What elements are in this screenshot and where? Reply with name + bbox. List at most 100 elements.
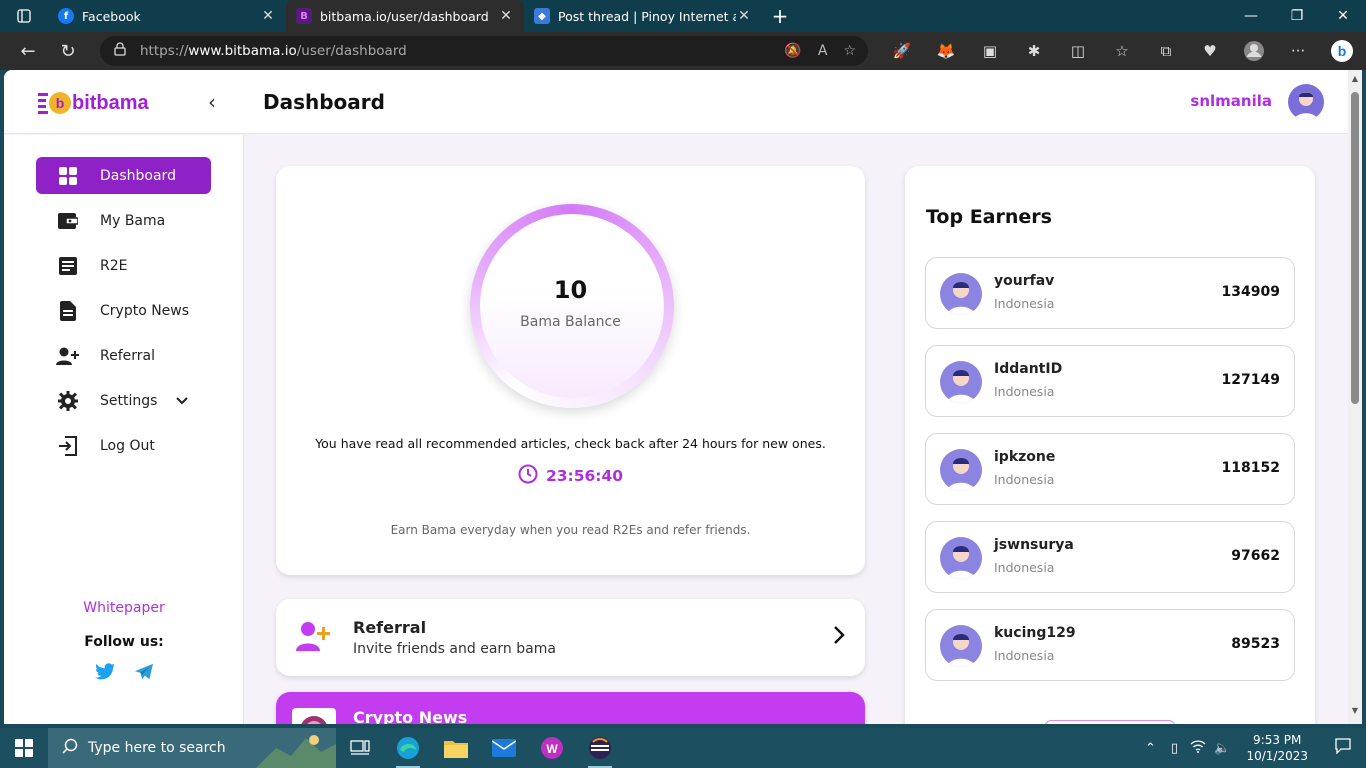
list-item: ipkzone Indonesia 118152 — [925, 433, 1295, 505]
sidebar-item-crypto-news[interactable]: Crypto News — [36, 292, 211, 329]
mail-icon[interactable] — [480, 728, 528, 768]
volume-icon[interactable]: 🔈 — [1210, 741, 1234, 756]
tab-title: Facebook — [82, 8, 141, 24]
bitbama-favicon-icon: B — [296, 8, 312, 24]
sidebar-item-my-bama[interactable]: My Bama — [36, 202, 211, 239]
crypto-news-thumbnail — [292, 708, 336, 724]
system-clock[interactable]: 9:53 PM 10/1/2023 — [1234, 732, 1320, 764]
restore-icon[interactable]: ❐ — [1274, 0, 1320, 32]
view-more-button[interactable] — [1045, 720, 1175, 724]
favorites-icon[interactable]: ☆ — [1100, 32, 1144, 70]
referral-title: Referral — [353, 618, 427, 637]
web-page: b bitbama ‹ Dashboard snlmanila Dashboar… — [4, 70, 1348, 724]
username[interactable]: snlmanila — [1190, 92, 1272, 110]
scroll-down-icon[interactable]: ▼ — [1351, 706, 1359, 715]
sidebar-item-settings[interactable]: Settings — [36, 382, 211, 419]
bitbama-logo[interactable]: b bitbama — [38, 90, 149, 116]
notifications-blocked-icon[interactable]: 🔕 — [784, 43, 801, 59]
avatar[interactable] — [1288, 84, 1324, 120]
new-tab-button[interactable]: + — [762, 0, 798, 32]
list-item: yourfav Indonesia 134909 — [925, 257, 1295, 329]
top-earners-title: Top Earners — [926, 206, 1052, 228]
referral-card[interactable]: Referral Invite friends and earn bama — [276, 599, 865, 676]
lock-icon — [114, 42, 126, 60]
balance-label: Bama Balance — [520, 314, 621, 330]
split-screen-icon[interactable]: ◫ — [1056, 32, 1100, 70]
wifi-icon[interactable] — [1186, 739, 1210, 757]
metamask-icon[interactable]: 🦊 — [924, 32, 968, 70]
collapse-sidebar-icon[interactable]: ‹ — [208, 90, 216, 114]
extension-box-icon[interactable]: ▣ — [968, 32, 1012, 70]
close-tab-icon[interactable]: ✕ — [736, 8, 752, 24]
earner-score: 118152 — [1221, 460, 1280, 476]
app-header: b bitbama ‹ Dashboard snlmanila — [4, 70, 1348, 134]
sidebar-item-label: R2E — [100, 257, 128, 274]
bing-copilot-icon[interactable]: b — [1320, 32, 1364, 70]
sidebar-item-log-out[interactable]: Log Out — [36, 427, 211, 464]
favorite-star-icon[interactable]: ☆ — [843, 43, 856, 59]
balance-card: 10 Bama Balance You have read all recomm… — [276, 166, 865, 575]
tab-title: bitbama.io/user/dashboard — [320, 8, 489, 24]
gear-icon — [56, 390, 80, 411]
earner-score: 134909 — [1221, 284, 1280, 300]
avatar — [940, 361, 982, 403]
windows-start-icon[interactable] — [0, 728, 48, 768]
earner-country: Indonesia — [994, 472, 1055, 487]
chevron-right-icon — [833, 625, 845, 650]
task-view-icon[interactable] — [336, 728, 384, 768]
system-tray: ⌃ ▯ 🔈 9:53 PM 10/1/2023 — [1138, 728, 1366, 768]
earner-country: Indonesia — [994, 296, 1055, 311]
scrollbar-thumb[interactable] — [1351, 92, 1359, 404]
file-explorer-icon[interactable] — [432, 728, 480, 768]
earner-name: ipkzone — [994, 449, 1056, 465]
profile-icon[interactable] — [1232, 32, 1276, 70]
avatar — [940, 625, 982, 667]
earner-score: 89523 — [1231, 636, 1280, 652]
whitepaper-link[interactable]: Whitepaper — [4, 600, 244, 616]
chevron-up-icon[interactable]: ⌃ — [1138, 741, 1162, 756]
eclipse-icon[interactable] — [576, 728, 624, 768]
sidebar-item-referral[interactable]: Referral — [36, 337, 211, 374]
crypto-news-card[interactable]: Crypto News — [276, 692, 865, 724]
tab-pinoy[interactable]: ◆ Post thread | Pinoy Internet and ✕ — [524, 0, 762, 32]
url-scheme: https:// — [140, 43, 189, 59]
tab-bitbama[interactable]: B bitbama.io/user/dashboard ✕ — [286, 0, 524, 32]
list-item: jswnsurya Indonesia 97662 — [925, 521, 1295, 593]
taskbar-search-input[interactable]: Type here to search — [48, 728, 336, 768]
minimize-icon[interactable]: — — [1228, 0, 1274, 32]
battery-icon[interactable]: ▯ — [1162, 741, 1186, 756]
scroll-up-icon[interactable]: ▲ — [1351, 74, 1359, 83]
page-scrollbar[interactable]: ▲ ▼ — [1348, 70, 1362, 724]
more-options-icon[interactable]: ··· — [1276, 32, 1320, 70]
follow-us-label: Follow us: — [84, 634, 164, 650]
sidebar-item-label: Referral — [100, 347, 155, 364]
back-icon[interactable]: ← — [8, 32, 48, 70]
twitter-icon[interactable] — [94, 663, 116, 685]
sidebar-item-r2e[interactable]: R2E — [36, 247, 211, 284]
close-window-icon[interactable]: ✕ — [1320, 0, 1366, 32]
close-tab-icon[interactable]: ✕ — [498, 8, 514, 24]
tab-actions-icon[interactable] — [0, 0, 48, 32]
tab-title: Post thread | Pinoy Internet and — [558, 8, 736, 24]
sidebar-item-dashboard[interactable]: Dashboard — [36, 157, 211, 194]
sidebar-item-label: Crypto News — [100, 302, 190, 319]
edge-icon[interactable] — [384, 728, 432, 768]
tab-facebook[interactable]: f Facebook ✕ — [48, 0, 286, 32]
page-title: Dashboard — [263, 90, 385, 114]
url-input[interactable]: https://www.bitbama.io/user/dashboard 🔕 … — [100, 36, 868, 66]
collections-icon[interactable]: ⧉ — [1144, 32, 1188, 70]
close-tab-icon[interactable]: ✕ — [260, 8, 276, 24]
extensions-puzzle-icon[interactable]: ✱ — [1012, 32, 1056, 70]
notifications-icon[interactable] — [1320, 738, 1366, 758]
wps-office-icon[interactable]: W — [528, 728, 576, 768]
sidebar-item-label: Dashboard — [100, 167, 176, 184]
performance-icon[interactable]: ♥ — [1188, 32, 1232, 70]
telegram-icon[interactable] — [134, 663, 154, 685]
extension-rocket-icon[interactable]: 🚀 — [880, 32, 924, 70]
refresh-icon[interactable]: ↻ — [48, 32, 88, 70]
read-aloud-icon[interactable]: A — [818, 43, 828, 59]
add-user-icon — [56, 347, 80, 365]
earner-score: 127149 — [1221, 372, 1280, 388]
chevron-down-icon[interactable] — [176, 394, 188, 408]
sidebar-item-label: Settings — [100, 392, 158, 409]
